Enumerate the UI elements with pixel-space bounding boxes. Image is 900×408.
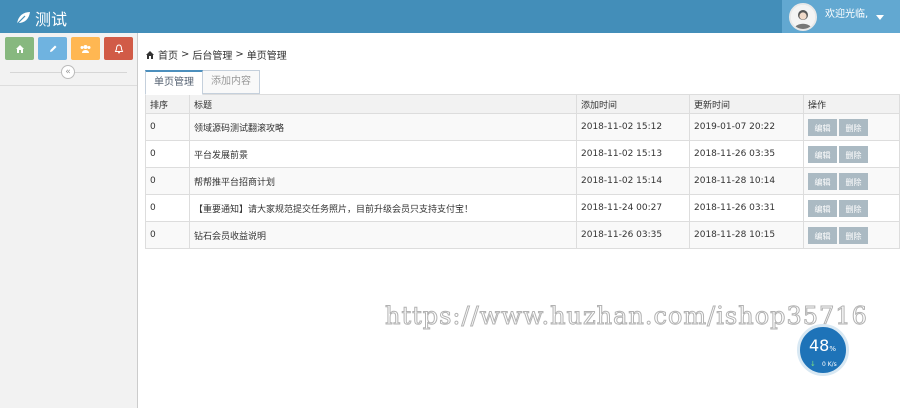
caret-down-icon[interactable]	[876, 15, 885, 20]
pages-table: 排序 标题 添加时间 更新时间 操作 0 领域源码测试翻滚攻略 2018-11-…	[145, 94, 900, 249]
cell-title: 【重要通知】请大家规范提交任务照片，目前升级会员只支持支付宝！	[189, 194, 577, 222]
edit-button[interactable]: 编辑	[808, 199, 837, 217]
table-header-row: 排序 标题 添加时间 更新时间 操作	[145, 94, 900, 114]
cell-title: 领域源码测试翻滚攻略	[189, 113, 577, 141]
cell-sort: 0	[145, 221, 190, 249]
tab-bar: 单页管理 添加内容	[145, 70, 260, 95]
gauge-percent-value: 48	[809, 336, 830, 355]
delete-button[interactable]: 删除	[839, 199, 868, 217]
welcome-text: 欢迎光临,	[825, 9, 869, 20]
delete-button[interactable]: 删除	[839, 145, 868, 163]
sidebar-shortcuts	[5, 37, 133, 60]
col-header-added[interactable]: 添加时间	[576, 94, 690, 114]
table-row: 0 钻石会员收益说明 2018-11-26 03:35 2018-11-28 1…	[145, 221, 900, 249]
breadcrumb-separator: >	[181, 49, 190, 60]
brand[interactable]: 测试	[15, 6, 67, 30]
cell-actions: 编辑 删除	[803, 167, 900, 195]
delete-button[interactable]: 删除	[839, 226, 868, 244]
col-header-title[interactable]: 标题	[189, 94, 577, 114]
col-header-sort[interactable]: 排序	[145, 94, 190, 114]
cell-title: 钻石会员收益说明	[189, 221, 577, 249]
edit-button[interactable]: 编辑	[808, 118, 837, 136]
cell-actions: 编辑 删除	[803, 221, 900, 249]
tab-add-content[interactable]: 添加内容	[203, 70, 260, 94]
cell-actions: 编辑 删除	[803, 140, 900, 168]
pencil-icon	[49, 45, 56, 52]
shortcut-home-button[interactable]	[5, 37, 34, 60]
cell-sort: 0	[145, 167, 190, 195]
network-speed-gauge[interactable]: 48% ↓ 0 K/s	[797, 324, 849, 376]
top-navbar: 测试 欢迎光临,	[0, 0, 900, 33]
breadcrumb-admin-link[interactable]: 后台管理	[192, 47, 232, 62]
col-header-actions: 操作	[803, 94, 900, 114]
shortcut-notify-button[interactable]	[104, 37, 133, 60]
arrow-down-icon: ↓	[810, 360, 816, 368]
cell-updated: 2018-11-28 10:15	[689, 221, 804, 249]
cell-title: 平台发展前景	[189, 140, 577, 168]
cell-sort: 0	[145, 194, 190, 222]
cell-added: 2018-11-02 15:13	[576, 140, 690, 168]
brand-title: 测试	[35, 10, 68, 29]
edit-button[interactable]: 编辑	[808, 172, 837, 190]
cell-actions: 编辑 删除	[803, 194, 900, 222]
gauge-percent-sign: %	[829, 345, 837, 353]
leaf-icon	[16, 12, 30, 25]
table-row: 0 领域源码测试翻滚攻略 2018-11-02 15:12 2019-01-07…	[145, 113, 900, 141]
cell-actions: 编辑 删除	[803, 113, 900, 141]
shortcut-edit-button[interactable]	[38, 37, 67, 60]
delete-button[interactable]: 删除	[839, 172, 868, 190]
cell-updated: 2019-01-07 20:22	[689, 113, 804, 141]
edit-button[interactable]: 编辑	[808, 145, 837, 163]
col-header-updated[interactable]: 更新时间	[689, 94, 804, 114]
cell-updated: 2018-11-28 10:14	[689, 167, 804, 195]
breadcrumb: 首页 > 后台管理 > 单页管理	[145, 47, 287, 62]
cell-sort: 0	[145, 140, 190, 168]
bell-icon	[114, 43, 123, 53]
home-icon	[146, 50, 154, 59]
table-row: 0 平台发展前景 2018-11-02 15:13 2018-11-26 03:…	[145, 140, 900, 168]
gauge-percent: 48%	[809, 336, 836, 355]
cell-title: 帮帮推平台招商计划	[189, 167, 577, 195]
gauge-speed: 0 K/s	[822, 361, 837, 368]
group-icon	[80, 44, 91, 53]
table-row: 0 帮帮推平台招商计划 2018-11-02 15:14 2018-11-28 …	[145, 167, 900, 195]
shortcut-users-button[interactable]	[71, 37, 100, 60]
cell-sort: 0	[145, 113, 190, 141]
table-row: 0 【重要通知】请大家规范提交任务照片，目前升级会员只支持支付宝！ 2018-1…	[145, 194, 900, 222]
avatar	[789, 2, 817, 31]
breadcrumb-separator: >	[235, 49, 244, 60]
cell-updated: 2018-11-26 03:31	[689, 194, 804, 222]
delete-button[interactable]: 删除	[839, 118, 868, 136]
sidebar: «	[0, 33, 138, 408]
cell-added: 2018-11-02 15:14	[576, 167, 690, 195]
tab-page-manage[interactable]: 单页管理	[145, 70, 203, 95]
breadcrumb-home-link[interactable]: 首页	[158, 47, 178, 62]
cell-added: 2018-11-26 03:35	[576, 221, 690, 249]
user-menu[interactable]: 欢迎光临,	[782, 0, 900, 33]
sidebar-divider	[0, 85, 137, 86]
cell-updated: 2018-11-26 03:35	[689, 140, 804, 168]
home-icon	[15, 44, 24, 53]
main-content: 首页 > 后台管理 > 单页管理 单页管理 添加内容 排序 标题 添加时间 更新…	[138, 33, 900, 408]
cell-added: 2018-11-24 00:27	[576, 194, 690, 222]
breadcrumb-current: 单页管理	[246, 51, 287, 62]
sidebar-collapse-button[interactable]: «	[61, 65, 75, 79]
edit-button[interactable]: 编辑	[808, 226, 837, 244]
watermark-text: https://www.huzhan.com/ishop35716	[385, 302, 868, 331]
cell-added: 2018-11-02 15:12	[576, 113, 690, 141]
